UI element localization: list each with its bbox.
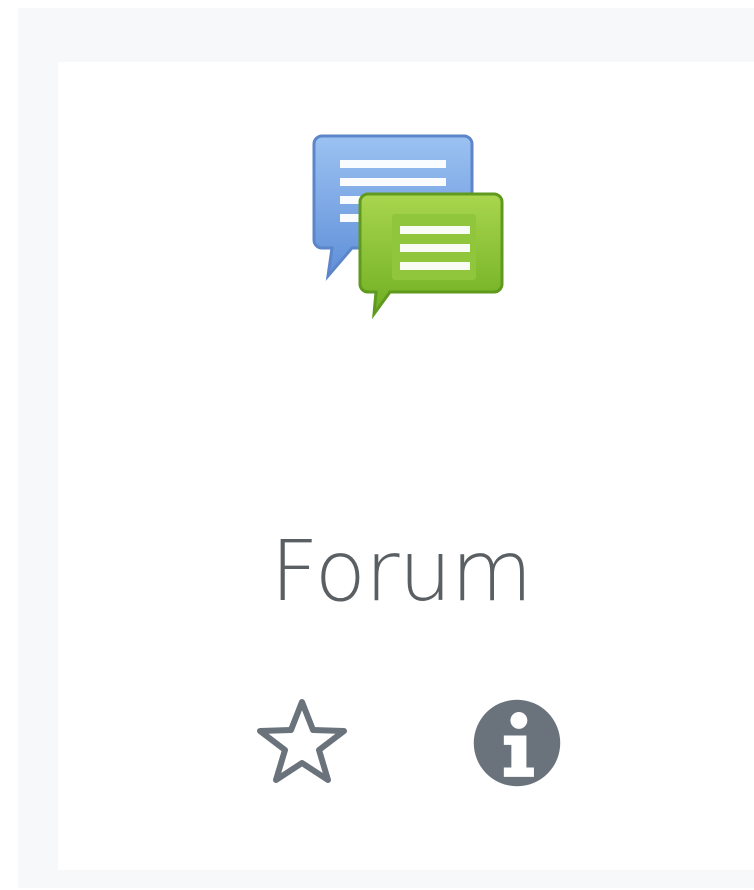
activity-card-forum[interactable]: Forum [58, 62, 754, 870]
star-icon[interactable] [252, 692, 352, 792]
info-icon[interactable] [470, 696, 564, 790]
activity-name[interactable]: Forum [58, 522, 744, 620]
chooser-panel: Forum [18, 8, 754, 888]
forum-icon [312, 134, 504, 320]
